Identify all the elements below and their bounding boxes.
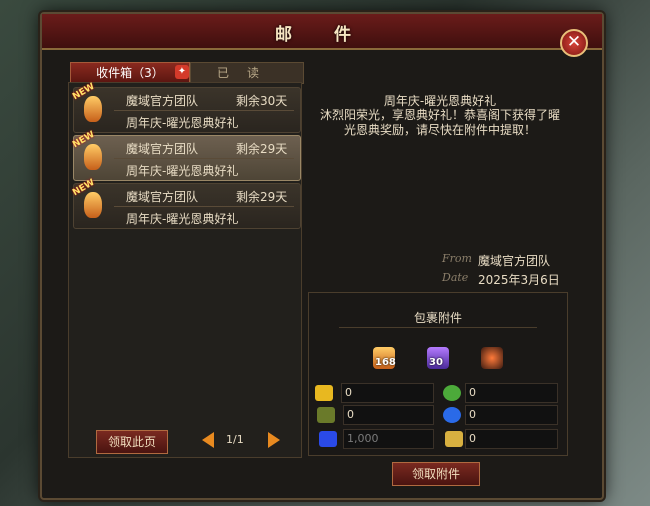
mail-days-left: 剩余29天 <box>236 142 288 156</box>
orange-crystal-icon <box>84 144 102 170</box>
blue-gem-field: 1,000 <box>343 429 434 449</box>
mail-item-2[interactable]: NEW 魔域官方团队 剩余29天 周年庆-曜光恩典好礼 <box>71 130 301 181</box>
orange-crystal-icon <box>84 192 102 218</box>
blue-gem-icon <box>319 431 337 447</box>
box-field: 0 <box>343 405 434 425</box>
blue-swirl-icon <box>443 407 461 423</box>
mail-subject: 周年庆-曜光恩典好礼 <box>126 116 239 130</box>
next-page-arrow-icon[interactable] <box>268 432 280 448</box>
divider <box>114 206 294 207</box>
mail-subject: 周年庆-曜光恩典好礼 <box>126 164 239 178</box>
title-bar: 邮 件 <box>42 14 602 50</box>
date-label: Date <box>442 271 469 284</box>
gold-card-icon <box>445 431 463 447</box>
message-view: 周年庆-曜光恩典好礼 沐烈阳荣光，享恩典好礼！恭喜阁下获得了曜光恩典奖励，请尽快… <box>306 82 574 288</box>
item-count: 30 <box>429 357 443 368</box>
tab-inbox[interactable]: 收件箱（3） ✦ <box>70 62 190 84</box>
pager: 1/1 <box>202 432 282 450</box>
mail-sender: 魔域官方团队 <box>126 94 199 108</box>
gold-coins-icon <box>315 385 333 401</box>
claim-attachment-button[interactable]: 领取附件 <box>392 462 480 486</box>
page-number: 1/1 <box>226 433 244 446</box>
prev-page-arrow-icon[interactable] <box>202 432 214 448</box>
wood-box-icon <box>317 407 335 423</box>
purple-crystal-icon[interactable]: 30 <box>427 347 449 369</box>
tab-inbox-label: 收件箱（3） <box>96 66 164 80</box>
orange-crystal-icon <box>84 96 102 122</box>
green-orb-field: 0 <box>465 383 558 403</box>
item-count: 168 <box>375 357 396 368</box>
mail-days-left: 剩余29天 <box>236 190 288 204</box>
divider <box>114 158 294 159</box>
tab-read[interactable]: 已读 <box>190 62 304 84</box>
from-label: From <box>442 252 472 265</box>
message-body: 沐烈阳荣光，享恩典好礼！恭喜阁下获得了曜光恩典奖励，请尽快在附件中提取！ <box>319 108 560 137</box>
mail-list: NEW 魔域官方团队 剩余30天 周年庆-曜光恩典好礼 NEW 魔域官方团队 剩… <box>68 82 302 458</box>
message-title: 周年庆-曜光恩典好礼 <box>383 94 497 108</box>
mail-window: 邮 件 ✕ 收件箱（3） ✦ 已读 NEW 魔域官方团队 剩余30天 周年庆-曜… <box>40 12 604 500</box>
red-flame-icon[interactable] <box>481 347 503 369</box>
window-title: 邮 件 <box>275 25 369 45</box>
divider <box>339 327 537 328</box>
blue-swirl-field: 0 <box>465 405 558 425</box>
attachment-panel: 包裹附件 168 30 0 0 0 0 1,000 0 <box>308 292 568 456</box>
date-value: 2025年3月6日 <box>478 273 560 287</box>
mail-item-3[interactable]: NEW 魔域官方团队 剩余29天 周年庆-曜光恩典好礼 <box>71 178 301 229</box>
attachment-title: 包裹附件 <box>413 311 462 325</box>
mail-item-1[interactable]: NEW 魔域官方团队 剩余30天 周年庆-曜光恩典好礼 <box>71 82 301 133</box>
mail-sender: 魔域官方团队 <box>126 190 199 204</box>
green-orb-icon <box>443 385 461 401</box>
close-button[interactable]: ✕ <box>560 29 588 57</box>
gold-field: 0 <box>341 383 434 403</box>
orange-crystal-icon[interactable]: 168 <box>373 347 396 369</box>
gift-icon: ✦ <box>175 65 189 79</box>
claim-page-button[interactable]: 领取此页 <box>96 430 168 454</box>
gold-card-field: 0 <box>465 429 558 449</box>
divider <box>114 110 294 111</box>
mail-days-left: 剩余30天 <box>236 94 288 108</box>
mail-sender: 魔域官方团队 <box>126 142 199 156</box>
mail-subject: 周年庆-曜光恩典好礼 <box>126 212 239 226</box>
from-value: 魔域官方团队 <box>478 254 551 268</box>
